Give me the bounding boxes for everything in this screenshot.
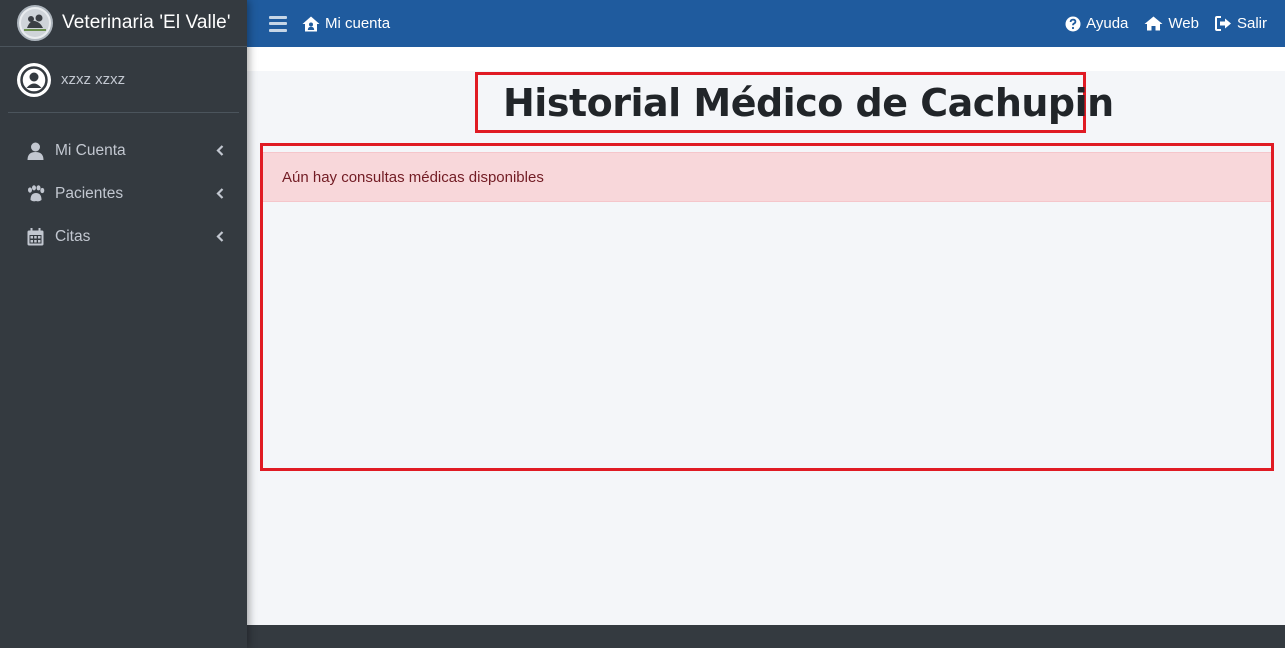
- info-alert: Aún hay consultas médicas disponibles: [263, 152, 1271, 202]
- my-account-link[interactable]: Mi cuenta: [302, 15, 390, 32]
- brand-link[interactable]: Veterinaria 'El Valle': [0, 0, 247, 47]
- sidebar: Veterinaria 'El Valle' xzxz xzxz Mi Cuen…: [0, 0, 247, 648]
- menu-toggle-icon[interactable]: [269, 15, 287, 32]
- brand-logo-icon: [17, 5, 53, 41]
- my-account-label: Mi cuenta: [325, 15, 391, 32]
- sidebar-item-label: Mi Cuenta: [55, 141, 126, 159]
- paw-icon: [25, 184, 45, 204]
- home-icon: [1144, 16, 1163, 31]
- user-panel[interactable]: xzxz xzxz: [8, 47, 239, 113]
- page-title: Historial Médico de Cachupin: [503, 80, 1114, 125]
- sidebar-item-pacientes[interactable]: Pacientes: [0, 172, 247, 215]
- web-link[interactable]: Web: [1144, 15, 1199, 32]
- logout-link[interactable]: Salir: [1214, 15, 1267, 32]
- chevron-left-icon: [215, 145, 225, 157]
- sidebar-nav: Mi Cuenta Pacientes Citas: [0, 129, 247, 258]
- user-icon: [25, 141, 45, 161]
- chevron-left-icon: [215, 231, 225, 243]
- history-panel: Aún hay consultas médicas disponibles: [260, 143, 1274, 471]
- logout-label: Salir: [1236, 15, 1267, 32]
- user-avatar-icon: [17, 62, 51, 97]
- title-highlight-box: Historial Médico de Cachupin: [475, 72, 1114, 133]
- footer: [247, 625, 1285, 648]
- sign-out-icon: [1214, 16, 1232, 31]
- user-name: xzxz xzxz: [61, 71, 126, 88]
- home-user-icon: [302, 16, 320, 32]
- sidebar-item-label: Citas: [55, 227, 91, 245]
- chevron-left-icon: [215, 188, 225, 200]
- sidebar-item-label: Pacientes: [55, 184, 124, 202]
- help-link[interactable]: Ayuda: [1065, 15, 1128, 32]
- top-navbar: Mi cuenta Ayuda Web Salir: [247, 0, 1285, 47]
- sidebar-item-citas[interactable]: Citas: [0, 215, 247, 258]
- sidebar-item-mi-cuenta[interactable]: Mi Cuenta: [0, 129, 247, 172]
- web-label: Web: [1168, 15, 1199, 32]
- header-strip: [247, 47, 1285, 71]
- main-content: Historial Médico de Cachupin Aún hay con…: [247, 71, 1285, 625]
- calendar-icon: [25, 227, 45, 247]
- question-circle-icon: [1065, 16, 1081, 32]
- help-label: Ayuda: [1086, 15, 1129, 32]
- brand-name: Veterinaria 'El Valle': [62, 12, 231, 33]
- alert-text: Aún hay consultas médicas disponibles: [282, 168, 544, 186]
